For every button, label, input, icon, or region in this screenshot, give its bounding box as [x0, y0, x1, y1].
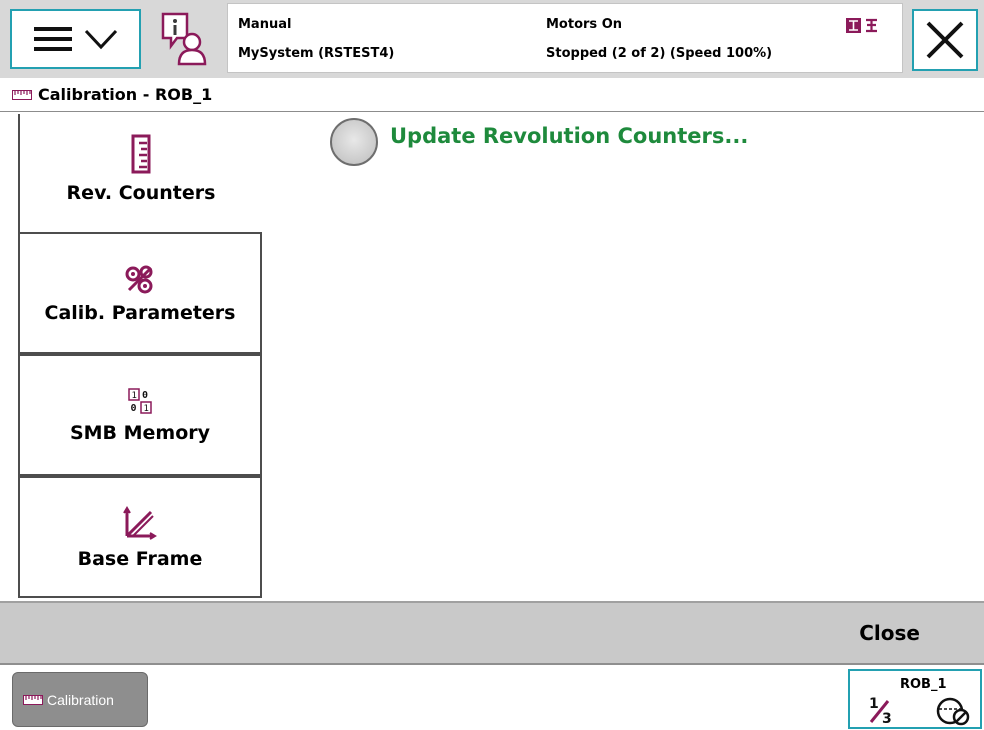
system-name: MySystem (RSTEST4): [238, 46, 395, 61]
svg-text:3: 3: [882, 711, 892, 725]
hamburger-icon: [33, 27, 72, 51]
chevron-down-icon: [84, 29, 117, 50]
tab-base-frame[interactable]: Base Frame: [18, 476, 262, 598]
calibration-icon: [12, 89, 32, 100]
operating-mode: Manual: [238, 17, 292, 32]
radio-button[interactable]: [330, 118, 378, 166]
lead-through-disabled-icon: [936, 697, 970, 726]
svg-text:1: 1: [144, 404, 149, 414]
svg-text:0: 0: [142, 390, 148, 401]
close-icon: [926, 21, 964, 59]
robot-status-icon: [846, 18, 877, 33]
increment-icon: 1 3: [869, 696, 892, 725]
event-log-button[interactable]: [152, 6, 218, 72]
close-button[interactable]: Close: [859, 621, 920, 645]
svg-text:1: 1: [132, 391, 137, 401]
taskbar: Calibration ROB_1 1 3: [0, 667, 984, 730]
calibration-icon: [23, 694, 43, 705]
command-bar: Close: [0, 601, 984, 665]
window-title: Calibration - ROB_1: [38, 85, 213, 104]
coordinate-frame-icon: [123, 506, 157, 540]
tab-label: SMB Memory: [69, 422, 211, 444]
gears-icon: [125, 265, 153, 294]
tab-label: Calib. Parameters: [44, 302, 236, 324]
status-panel: Manual MySystem (RSTEST4) Motors On Stop…: [227, 3, 903, 73]
mechanical-unit-label: ROB_1: [900, 677, 947, 692]
tab-calib-parameters[interactable]: Calib. Parameters: [18, 232, 262, 354]
action-label: Update Revolution Counters...: [390, 124, 749, 148]
tab-label: Base Frame: [77, 548, 203, 570]
taskbar-calibration-button[interactable]: Calibration: [12, 672, 148, 727]
motors-state: Motors On: [546, 17, 622, 32]
close-window-button[interactable]: [912, 9, 978, 71]
window-title-bar: Calibration - ROB_1: [0, 78, 984, 112]
tab-smb-memory[interactable]: 1 0 0 1 SMB Memory: [18, 354, 262, 476]
top-bar: Manual MySystem (RSTEST4) Motors On Stop…: [0, 0, 984, 78]
taskbar-label: Calibration: [47, 691, 114, 708]
tab-label: Rev. Counters: [66, 182, 216, 204]
info-user-icon: [161, 12, 207, 66]
quickset-button[interactable]: ROB_1 1 3: [848, 669, 982, 729]
controller-state: Stopped (2 of 2) (Speed 100%): [546, 46, 773, 61]
ruler-icon: [131, 134, 151, 174]
svg-text:1: 1: [869, 696, 879, 712]
svg-text:0: 0: [131, 403, 137, 414]
main-menu-button[interactable]: [10, 9, 141, 69]
update-revolution-counters-option[interactable]: Update Revolution Counters...: [330, 118, 748, 166]
tab-rev-counters[interactable]: Rev. Counters: [18, 114, 262, 232]
binary-memory-icon: 1 0 0 1: [128, 388, 152, 414]
